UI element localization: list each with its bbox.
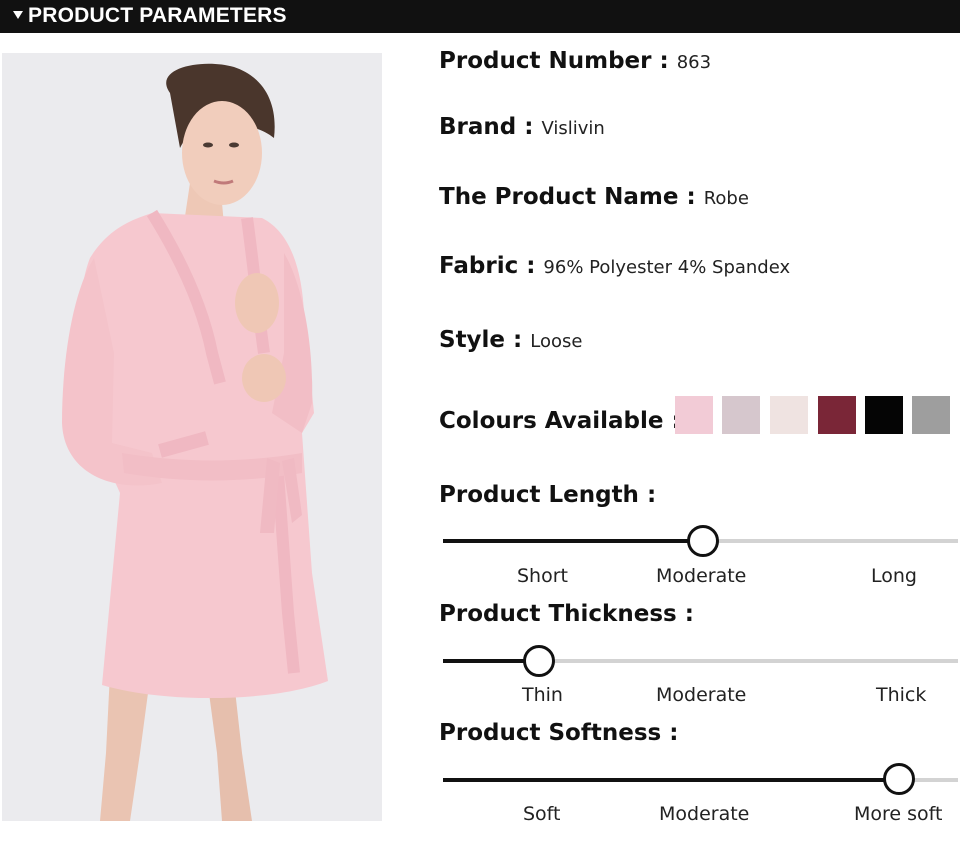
param-colon: :	[526, 253, 536, 279]
colour-swatch-burgundy[interactable]	[818, 396, 856, 434]
param-colon: :	[686, 184, 696, 210]
param-brand: Brand: Vislivin	[439, 114, 605, 140]
colour-swatch-cream[interactable]	[770, 396, 808, 434]
softness-option-moderate: Moderate	[659, 803, 750, 825]
param-value: 863	[676, 52, 712, 73]
param-fabric: Fabric:96% Polyester 4% Spandex	[439, 253, 790, 279]
softness-option-more-soft: More soft	[854, 803, 943, 825]
colour-swatch-pink[interactable]	[675, 396, 713, 434]
scale-label: Product Softness	[439, 720, 662, 746]
param-colon: :	[669, 720, 679, 746]
triangle-down-icon	[13, 11, 23, 19]
param-colon: :	[659, 48, 669, 74]
scale-softness-heading: Product Softness:	[439, 720, 686, 746]
scale-thickness-heading: Product Thickness:	[439, 601, 702, 627]
thickness-option-moderate: Moderate	[656, 684, 747, 706]
param-value: Vislivin	[541, 118, 605, 139]
length-option-moderate: Moderate	[656, 565, 747, 587]
param-colon: :	[513, 327, 523, 353]
scale-label: Product Length	[439, 482, 639, 508]
param-colon: :	[524, 114, 534, 140]
colour-swatch-mauve[interactable]	[722, 396, 760, 434]
param-value: Robe	[703, 188, 749, 209]
softness-slider-fill	[443, 778, 899, 782]
length-option-long: Long	[871, 565, 917, 587]
param-colon: :	[646, 482, 657, 508]
param-value: Loose	[530, 331, 583, 352]
model-in-robe-illustration	[2, 53, 382, 821]
param-product-name: The Product Name: Robe	[439, 184, 749, 210]
length-slider-fill	[443, 539, 703, 543]
product-photo	[2, 53, 382, 821]
section-header: PRODUCT PARAMETERS	[0, 0, 960, 33]
param-label: Style	[439, 327, 506, 353]
param-label: Brand	[439, 114, 517, 140]
softness-slider-knob[interactable]	[883, 763, 915, 795]
section-title: PRODUCT PARAMETERS	[13, 4, 287, 28]
length-slider-knob[interactable]	[687, 525, 719, 557]
param-colon: :	[684, 601, 694, 627]
param-label: Product Number	[439, 48, 652, 74]
param-value: 96% Polyester 4% Spandex	[543, 257, 791, 278]
thickness-option-thin: Thin	[522, 684, 563, 706]
thickness-slider-knob[interactable]	[523, 645, 555, 677]
colour-swatch-black[interactable]	[865, 396, 903, 434]
length-option-short: Short	[517, 565, 568, 587]
param-product-number: Product Number:863	[439, 48, 711, 74]
colour-swatch-grey[interactable]	[912, 396, 950, 434]
scale-label: Product Thickness	[439, 601, 677, 627]
param-label: The Product Name	[439, 184, 679, 210]
param-style: Style: Loose	[439, 327, 582, 353]
thickness-option-thick: Thick	[876, 684, 927, 706]
param-label: Fabric	[439, 253, 519, 279]
softness-option-soft: Soft	[523, 803, 561, 825]
scale-length-heading: Product Length:	[439, 482, 664, 508]
param-label: Colours Available	[439, 408, 664, 434]
section-title-text: PRODUCT PARAMETERS	[28, 4, 287, 27]
param-colours: Colours Available:	[439, 408, 689, 434]
